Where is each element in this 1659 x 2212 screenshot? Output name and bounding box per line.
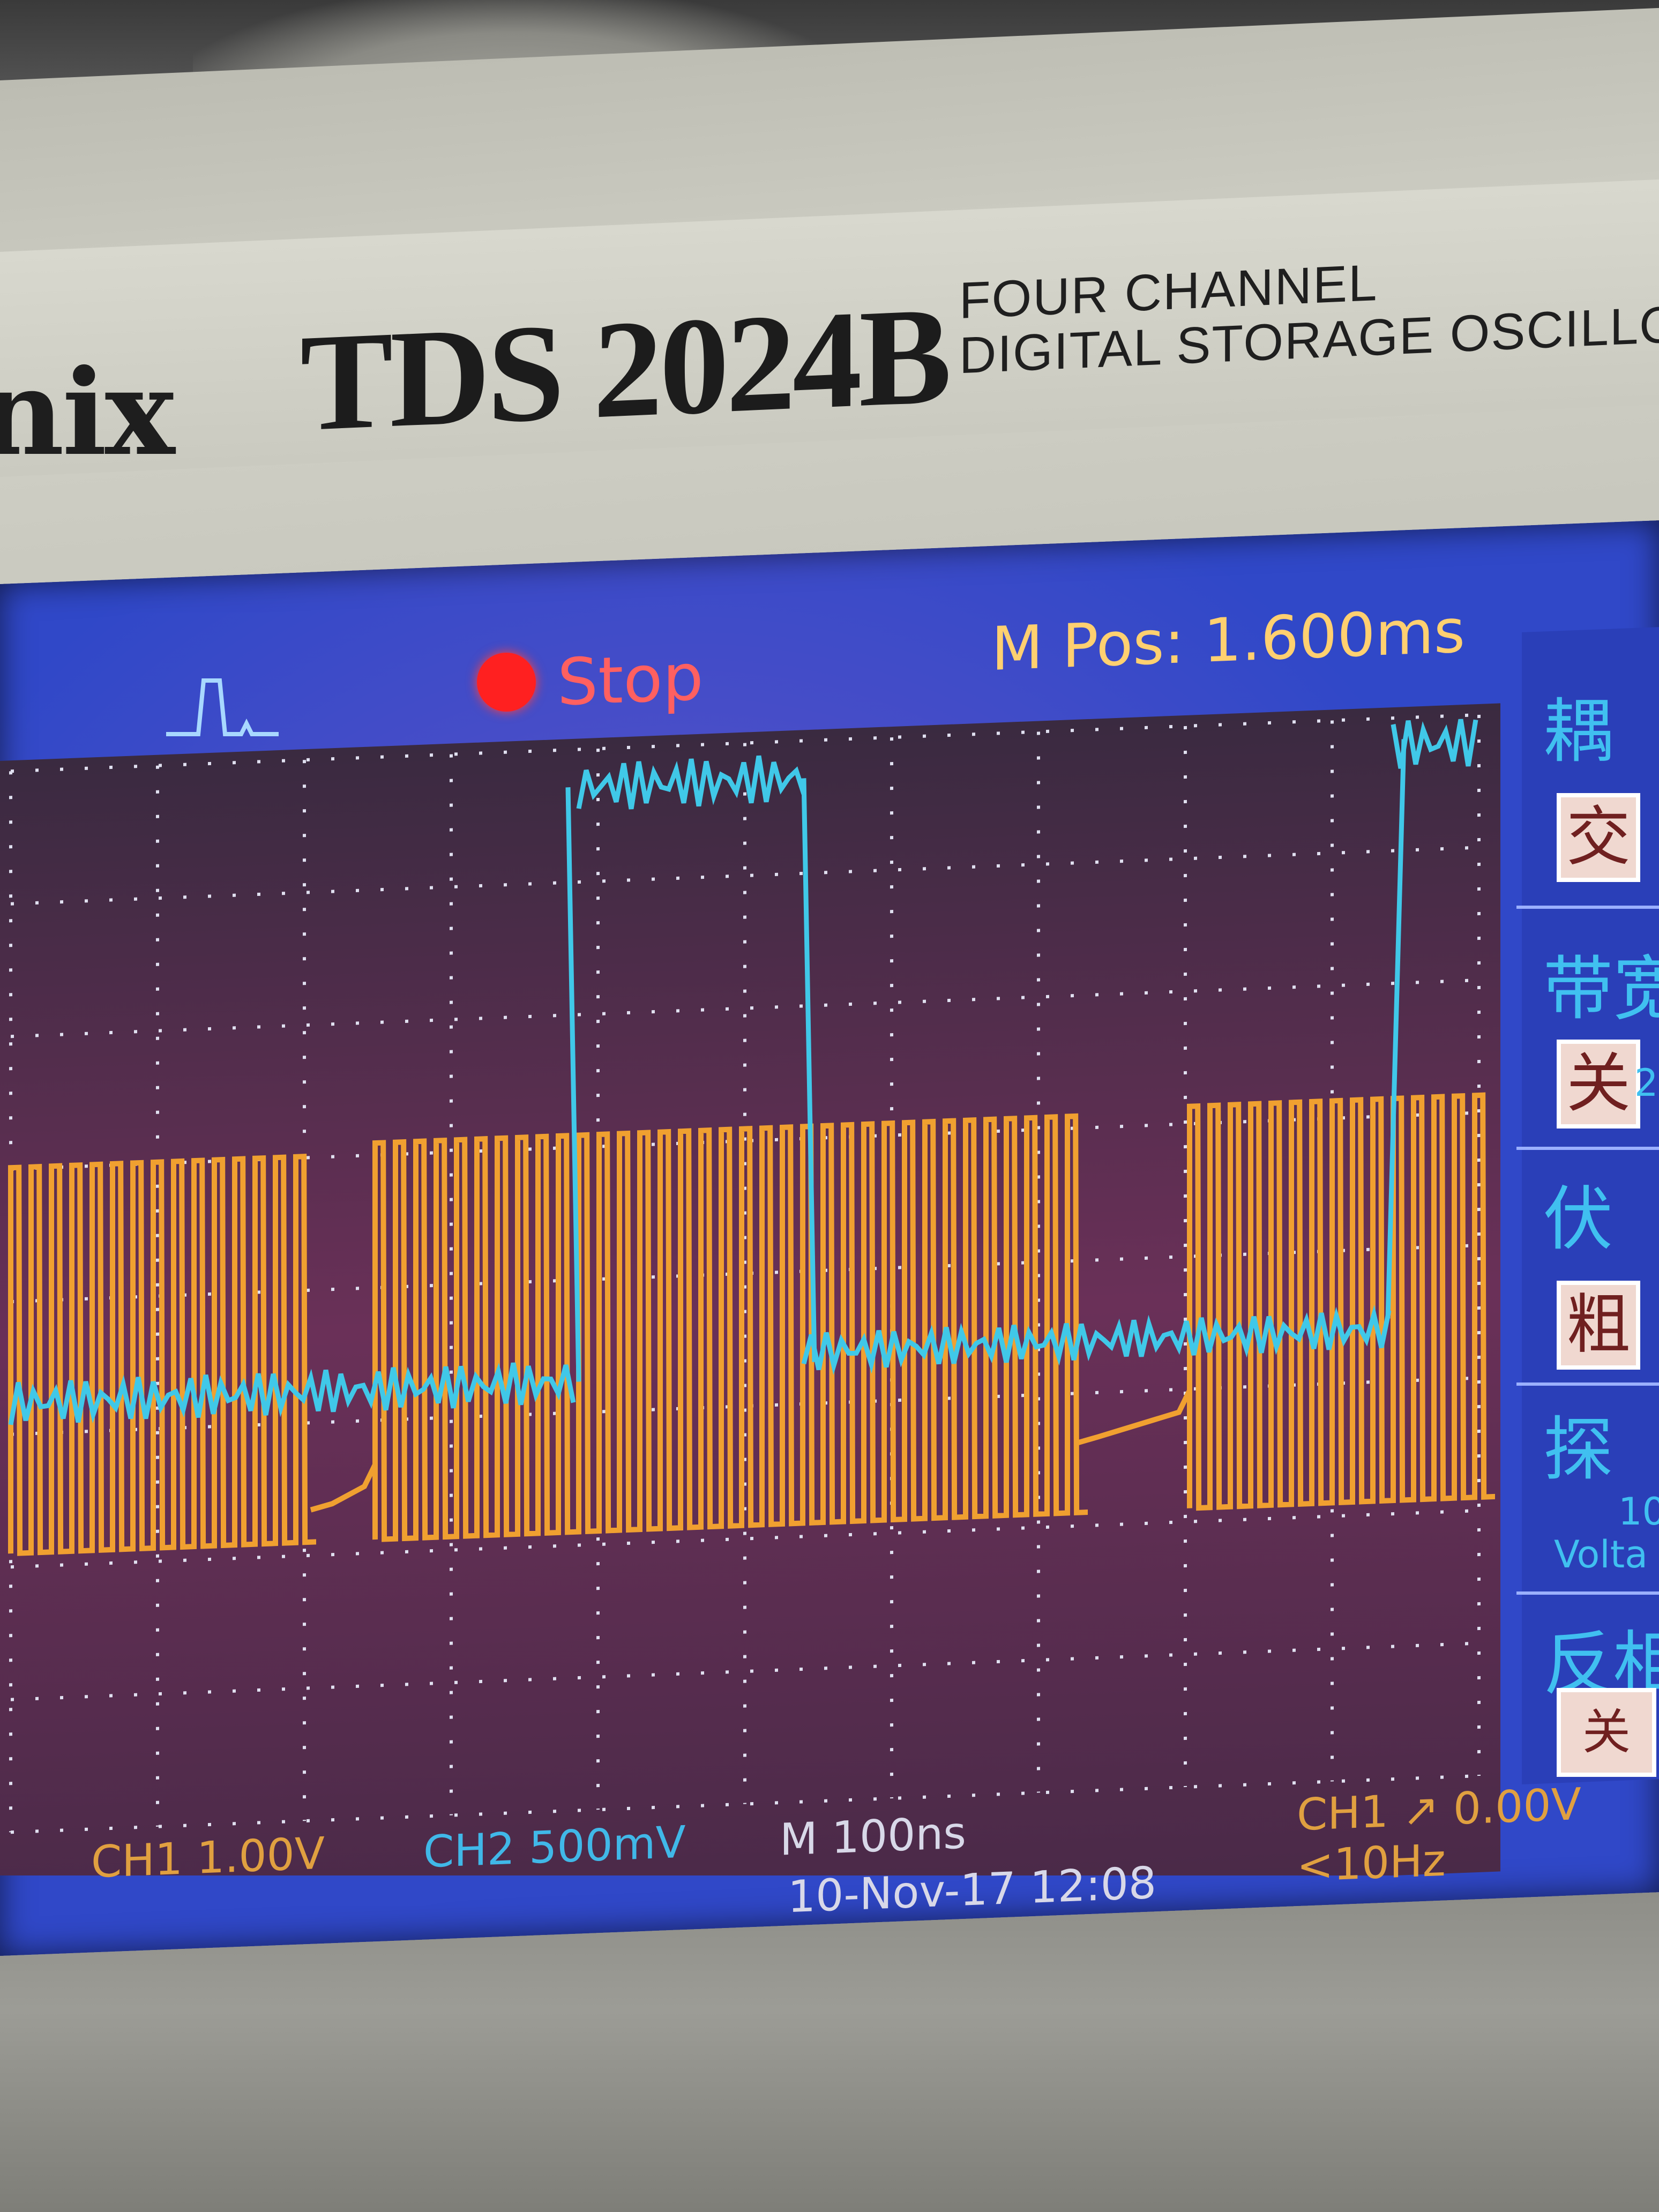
menu-option-invert[interactable]: 关闭: [1557, 1688, 1656, 1777]
menu-divider: [1516, 1147, 1659, 1150]
menu-bandwidth-extra: 2: [1634, 1061, 1658, 1105]
menu-option-volts[interactable]: 粗: [1557, 1281, 1640, 1370]
menu-title-volts: 伏: [1543, 1178, 1613, 1260]
menu-title-probe: 探: [1543, 1409, 1613, 1490]
menu-probe-value[interactable]: 10: [1618, 1490, 1659, 1534]
trigger-frequency-readout: <10Hz: [1297, 1835, 1446, 1892]
brand-logo: nix: [0, 343, 175, 482]
menu-option-bandwidth[interactable]: 关: [1557, 1040, 1640, 1129]
menu-title-bandwidth: 带宽: [1543, 948, 1659, 1029]
ch1-scale-readout: CH1 1.00V: [91, 1828, 325, 1888]
menu-divider: [1516, 1591, 1659, 1595]
menu-title-coupling: 耦: [1543, 691, 1613, 772]
waveform-display: [0, 703, 1500, 1875]
timebase-readout: M 100ns: [780, 1807, 967, 1866]
menu-divider: [1516, 1382, 1659, 1386]
ch2-scale-readout: CH2 500mV: [423, 1817, 686, 1878]
menu-probe-unit: Volta: [1554, 1533, 1648, 1576]
menu-divider: [1516, 906, 1659, 909]
model-label: TDS 2024B: [300, 278, 949, 461]
menu-option-coupling[interactable]: 交: [1557, 793, 1640, 882]
